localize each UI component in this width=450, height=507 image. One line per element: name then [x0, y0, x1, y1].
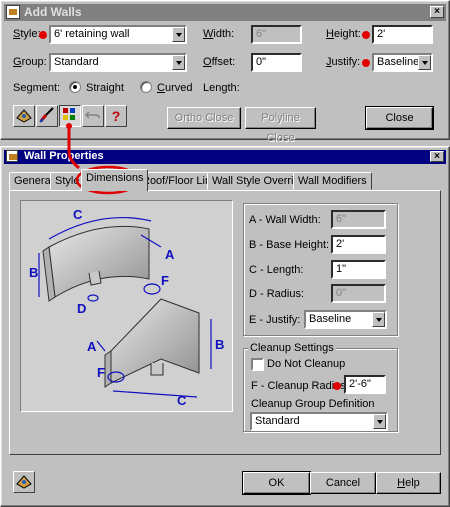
cleanup-radius-marker-dot [333, 382, 341, 390]
dimension-diagram: C A B F D A B F C [20, 200, 233, 412]
diagram-letter-c-top: C [73, 207, 83, 222]
help-button[interactable]: Help [376, 472, 441, 494]
diagram-letter-a-top: A [165, 247, 175, 262]
base-height-field[interactable]: 2' [331, 235, 386, 254]
diagram-letter-c-bottom: C [177, 393, 187, 408]
chevron-down-icon[interactable] [373, 414, 386, 429]
tab-dimensions[interactable]: Dimensions [81, 169, 149, 191]
do-not-cleanup-checkbox[interactable] [251, 358, 264, 371]
cleanup-group-select-value: Standard [255, 415, 300, 427]
cancel-button[interactable]: Cancel [310, 472, 376, 494]
wall-properties-bottom-tool[interactable] [13, 471, 35, 493]
radius-label: D - Radius: [249, 288, 305, 300]
length-field[interactable]: 1" [331, 260, 386, 279]
diagram-letter-b-left: B [29, 265, 38, 280]
length-label: C - Length: [249, 264, 304, 276]
ok-button[interactable]: OK [242, 471, 311, 495]
wall-width-field[interactable]: 6" [331, 210, 386, 229]
wall-tool-icon [16, 475, 32, 489]
diagram-letter-f-top: F [161, 273, 169, 288]
radius-field[interactable]: 0" [331, 284, 386, 303]
justify-label: E - Justify: [249, 314, 301, 326]
diagram-letter-a-bottom: A [87, 339, 97, 354]
cleanup-settings-title: Cleanup Settings [248, 342, 336, 354]
wall-width-label: A - Wall Width: [249, 214, 321, 226]
cleanup-group-select[interactable]: Standard [250, 412, 388, 431]
wall-diagram-illustration: C A B F D A B F C [21, 201, 232, 411]
chevron-down-icon[interactable] [372, 312, 385, 327]
do-not-cleanup-label[interactable]: Do Not Cleanup [267, 358, 345, 370]
cleanup-group-label: Cleanup Group Definition [251, 398, 375, 410]
justify-select-value: Baseline [309, 313, 352, 325]
cleanup-radius-field[interactable]: 2'-6" [344, 375, 386, 394]
diagram-letter-d: D [77, 301, 86, 316]
diagram-letter-f-bottom: F [97, 365, 105, 380]
justify-select[interactable]: Baseline [304, 310, 387, 329]
base-height-label: B - Base Height: [249, 239, 330, 251]
diagram-letter-b-right: B [215, 337, 224, 352]
